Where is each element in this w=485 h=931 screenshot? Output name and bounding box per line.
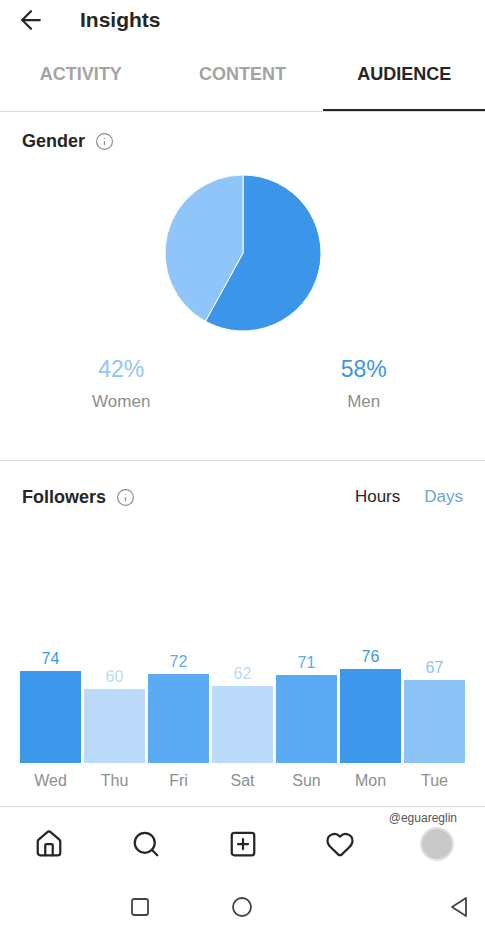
recents-button[interactable]	[0, 897, 162, 917]
gender-legend-item: 58% Men	[243, 355, 485, 413]
followers-bar-chart: 74 60 72 62 71 76 67	[0, 509, 485, 763]
gender-label: Women	[92, 391, 150, 413]
bar	[148, 674, 209, 763]
nav-home[interactable]	[0, 829, 97, 859]
followers-title: Followers	[22, 484, 106, 511]
square-icon[interactable]	[130, 897, 150, 917]
day-label: Mon	[340, 771, 401, 806]
gender-percent: 58%	[341, 355, 387, 383]
gender-legend: 42% Women 58% Men	[0, 355, 485, 413]
bar-value: 72	[170, 652, 188, 672]
profile-avatar-icon[interactable]	[420, 827, 454, 861]
circle-icon[interactable]	[231, 896, 253, 918]
nav-search[interactable]	[97, 829, 194, 859]
gender-legend-item: 42% Women	[0, 355, 243, 413]
nav-profile[interactable]	[388, 827, 485, 861]
tab[interactable]: CONTENT	[162, 40, 324, 111]
bar	[404, 680, 465, 763]
bar	[340, 669, 401, 763]
gender-percent: 42%	[98, 355, 144, 383]
day-label: Tue	[404, 771, 465, 806]
heart-icon[interactable]	[325, 829, 355, 859]
gender-title-row: Gender	[0, 130, 485, 152]
bar	[84, 689, 145, 763]
tab-bar: ACTIVITYCONTENTAUDIENCE	[0, 40, 485, 112]
bottom-nav: @eguareglin	[0, 807, 485, 881]
back-button[interactable]	[323, 896, 485, 918]
home-button[interactable]	[162, 896, 324, 918]
bar-value: 67	[426, 658, 444, 678]
tab[interactable]: ACTIVITY	[0, 40, 162, 111]
bar-column: 72	[148, 652, 209, 763]
bar-column: 67	[404, 658, 465, 763]
bar-value: 60	[106, 667, 124, 687]
bar-value: 74	[42, 649, 60, 669]
plus-square-icon[interactable]	[228, 829, 258, 859]
search-icon[interactable]	[131, 829, 161, 859]
day-label: Wed	[20, 771, 81, 806]
bar	[20, 671, 81, 763]
pie-chart-wrap	[0, 175, 485, 331]
day-label: Sat	[212, 771, 273, 806]
day-label: Thu	[84, 771, 145, 806]
pie-slice	[165, 175, 243, 321]
gender-pie-chart	[165, 175, 321, 331]
day-labels: WedThuFriSatSunMonTue	[0, 763, 485, 806]
period-option[interactable]: Days	[424, 484, 463, 510]
triangle-back-icon[interactable]	[449, 896, 469, 918]
back-arrow-icon[interactable]	[16, 5, 46, 35]
followers-section: Followers Hours Days 74 60 72 62 71 76 67 WedThuFr…	[0, 461, 485, 807]
nav-new-post[interactable]	[194, 829, 291, 859]
tab[interactable]: AUDIENCE	[323, 40, 485, 111]
bar-value: 76	[362, 647, 380, 667]
bar-column: 76	[340, 647, 401, 763]
bar-column: 62	[212, 664, 273, 763]
bar-value: 62	[234, 664, 252, 684]
watermark: @eguareglin	[389, 809, 457, 827]
bar-value: 71	[298, 653, 316, 673]
followers-header: Followers Hours Days	[0, 485, 485, 509]
bar	[212, 686, 273, 763]
bar	[276, 675, 337, 763]
home-icon[interactable]	[34, 829, 64, 859]
header: Insights	[0, 0, 485, 40]
day-label: Fri	[148, 771, 209, 806]
day-label: Sun	[276, 771, 337, 806]
gender-section: Gender 42% Women 58% Men	[0, 112, 485, 461]
bar-column: 60	[84, 667, 145, 763]
period-option[interactable]: Hours	[355, 484, 400, 510]
info-icon[interactable]	[95, 132, 114, 151]
nav-activity[interactable]	[291, 829, 388, 859]
period-toggle: Hours Days	[355, 484, 463, 510]
gender-title: Gender	[22, 128, 85, 155]
header-title: Insights	[80, 4, 161, 36]
system-nav-bar	[0, 881, 485, 931]
gender-label: Men	[347, 391, 380, 413]
info-icon[interactable]	[116, 488, 135, 507]
bar-column: 74	[20, 649, 81, 763]
bar-column: 71	[276, 653, 337, 763]
insights-screen: Insights ACTIVITYCONTENTAUDIENCE Gender 42%…	[0, 0, 485, 931]
